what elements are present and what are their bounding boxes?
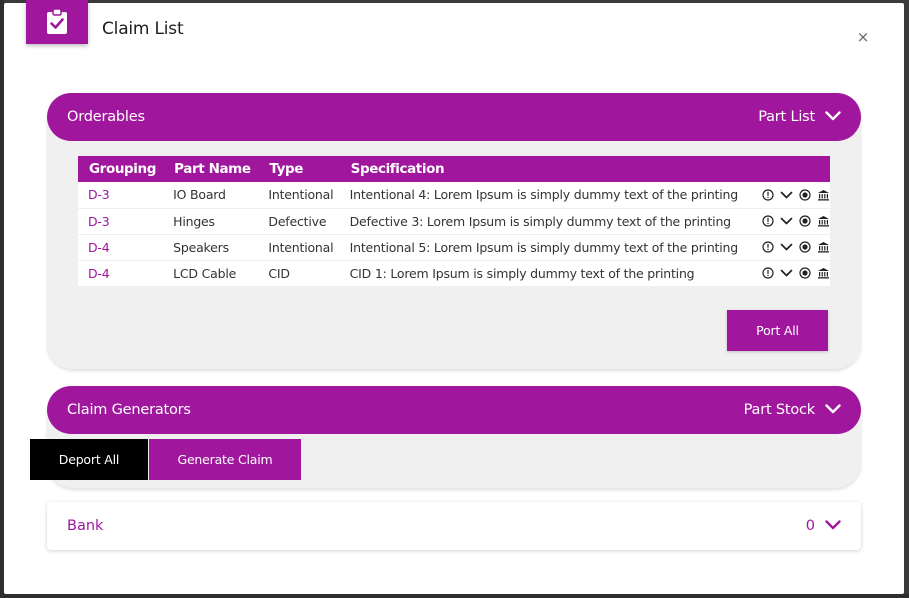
type-cell: Intentional (258, 182, 340, 209)
grouping-cell: D-4 (78, 260, 164, 287)
clipboard-check-icon (26, 0, 88, 44)
chevron-down-icon[interactable] (780, 242, 793, 252)
chevron-down-icon[interactable] (780, 216, 793, 226)
row-actions (748, 189, 830, 201)
table-row[interactable]: D-3 Hinges Defective Defective 3: Lorem Ips… (78, 208, 830, 235)
part-name-cell: IO Board (163, 182, 259, 209)
chevron-down-icon (825, 402, 841, 418)
deport-all-button[interactable]: Deport All (30, 439, 148, 480)
chevron-down-icon (825, 109, 841, 125)
claim-list-modal: Claim List × Orderables Part List Groupi… (4, 0, 904, 594)
info-icon[interactable] (762, 267, 774, 279)
part-name-cell: Hinges (163, 208, 259, 235)
row-actions (748, 215, 830, 227)
part-stock-label: Part Stock (743, 402, 816, 418)
orderables-title: Orderables (67, 109, 145, 125)
column-header-grouping: Grouping (89, 161, 156, 177)
column-header-specification: Specification (350, 161, 445, 177)
type-cell: CID (258, 260, 340, 287)
radio-icon[interactable] (799, 241, 811, 253)
info-icon[interactable] (762, 241, 774, 253)
column-header-actions (738, 156, 830, 182)
info-icon[interactable] (762, 189, 774, 201)
grouping-cell: D-3 (78, 182, 164, 209)
bank-icon[interactable] (817, 189, 830, 201)
modal-title: Claim List (102, 19, 184, 39)
row-actions (748, 267, 830, 279)
row-actions-cell (738, 234, 830, 261)
port-all-button[interactable]: Port All (727, 310, 828, 351)
type-cell: Intentional (258, 234, 340, 261)
type-cell: Defective (258, 208, 340, 235)
parts-table-body: D-3 IO Board Intentional Intentional 4: Lor… (78, 182, 830, 287)
backdrop (0, 594, 909, 598)
bank-icon[interactable] (817, 215, 830, 227)
row-actions-cell (738, 182, 830, 209)
grouping-cell: D-4 (78, 234, 164, 261)
orderables-header[interactable]: Orderables Part List (47, 93, 861, 141)
table-row[interactable]: D-4 Speakers Intentional Intentional 5: Lor… (78, 234, 830, 261)
chevron-down-icon (825, 518, 841, 534)
radio-icon[interactable] (799, 267, 811, 279)
radio-icon[interactable] (799, 215, 811, 227)
table-row[interactable]: D-3 IO Board Intentional Intentional 4: Lor… (78, 182, 830, 209)
grouping-cell: D-3 (78, 208, 164, 235)
table-row[interactable]: D-4 LCD Cable CID CID 1: Lorem Ipsum is sim… (78, 260, 830, 287)
radio-icon[interactable] (799, 189, 811, 201)
bank-icon[interactable] (817, 267, 830, 279)
specification-cell: Defective 3: Lorem Ipsum is simply dummy… (339, 208, 738, 235)
specification-cell: Intentional 4: Lorem Ipsum is simply dum… (339, 182, 738, 209)
table-header-row: Grouping Part Name Type Specification (78, 156, 830, 182)
column-header-part-name: Part Name (174, 161, 251, 177)
part-name-cell: LCD Cable (163, 260, 259, 287)
part-name-cell: Speakers (163, 234, 259, 261)
part-list-label: Part List (758, 109, 815, 125)
specification-cell: CID 1: Lorem Ipsum is simply dummy text … (339, 260, 738, 287)
row-actions (748, 241, 830, 253)
bank-section[interactable]: Bank 0 (47, 502, 861, 550)
row-actions-cell (738, 260, 830, 287)
row-actions-cell (738, 208, 830, 235)
chevron-down-icon[interactable] (780, 190, 793, 200)
generate-claim-button[interactable]: Generate Claim (149, 439, 301, 480)
info-icon[interactable] (762, 215, 774, 227)
close-button[interactable]: × (856, 30, 870, 45)
chevron-down-icon[interactable] (780, 268, 793, 278)
bank-title: Bank (67, 518, 104, 534)
orderables-section: Orderables Part List Grouping Part Name … (47, 93, 861, 369)
bank-count: 0 (805, 518, 815, 534)
claim-generators-title: Claim Generators (67, 402, 191, 418)
bank-icon[interactable] (817, 241, 830, 253)
specification-cell: Intentional 5: Lorem Ipsum is simply dum… (339, 234, 738, 261)
claim-generators-header[interactable]: Claim Generators Part Stock (47, 386, 861, 434)
parts-table: Grouping Part Name Type Specification D-… (78, 156, 830, 287)
column-header-type: Type (269, 161, 304, 177)
